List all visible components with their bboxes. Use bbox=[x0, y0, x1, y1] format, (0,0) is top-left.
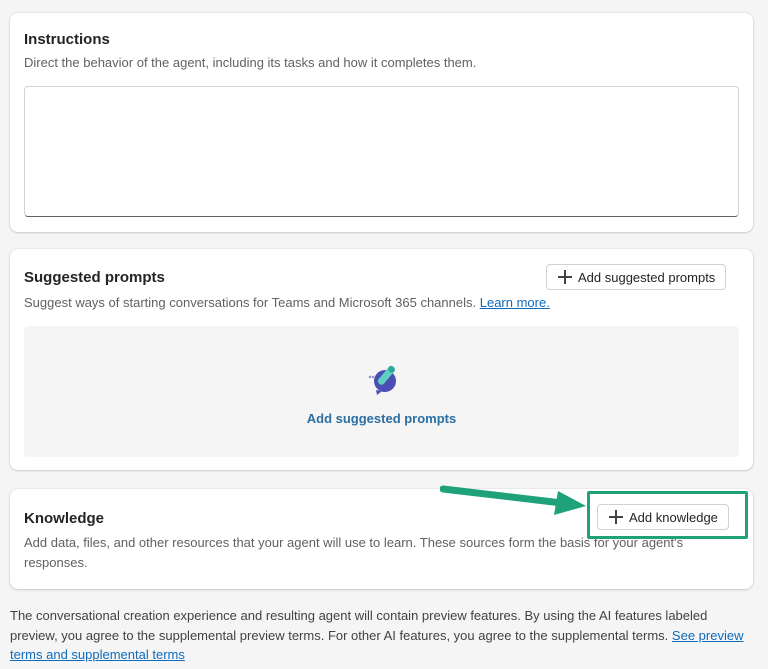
highlight-box bbox=[587, 491, 748, 539]
plus-icon bbox=[558, 270, 572, 284]
instructions-card: Instructions Direct the behavior of the … bbox=[10, 13, 753, 232]
instructions-description: Direct the behavior of the agent, includ… bbox=[24, 55, 477, 70]
add-suggested-prompts-link[interactable]: Add suggested prompts bbox=[24, 411, 739, 426]
knowledge-description: Add data, files, and other resources tha… bbox=[24, 535, 684, 570]
suggested-prompts-empty-state: Add suggested prompts bbox=[24, 326, 739, 457]
suggested-prompts-title: Suggested prompts bbox=[24, 269, 165, 286]
add-suggested-prompts-button[interactable]: Add suggested prompts bbox=[546, 264, 727, 290]
footer-text: The conversational creation experience a… bbox=[10, 608, 708, 643]
instructions-title: Instructions bbox=[24, 31, 110, 48]
add-suggested-prompts-button-label: Add suggested prompts bbox=[578, 269, 716, 285]
suggested-prompts-card: Suggested prompts Add suggested prompts … bbox=[10, 249, 753, 470]
chat-pencil-icon bbox=[368, 365, 396, 395]
suggested-prompts-description-text: Suggest ways of starting conversations f… bbox=[24, 295, 477, 310]
instructions-textarea[interactable] bbox=[24, 86, 739, 217]
knowledge-title: Knowledge bbox=[24, 510, 105, 527]
preview-terms-footer: The conversational creation experience a… bbox=[10, 606, 755, 665]
suggested-prompts-description: Suggest ways of starting conversations f… bbox=[24, 293, 739, 313]
learn-more-link[interactable]: Learn more. bbox=[480, 295, 550, 310]
annotation-arrow-icon bbox=[440, 485, 586, 515]
